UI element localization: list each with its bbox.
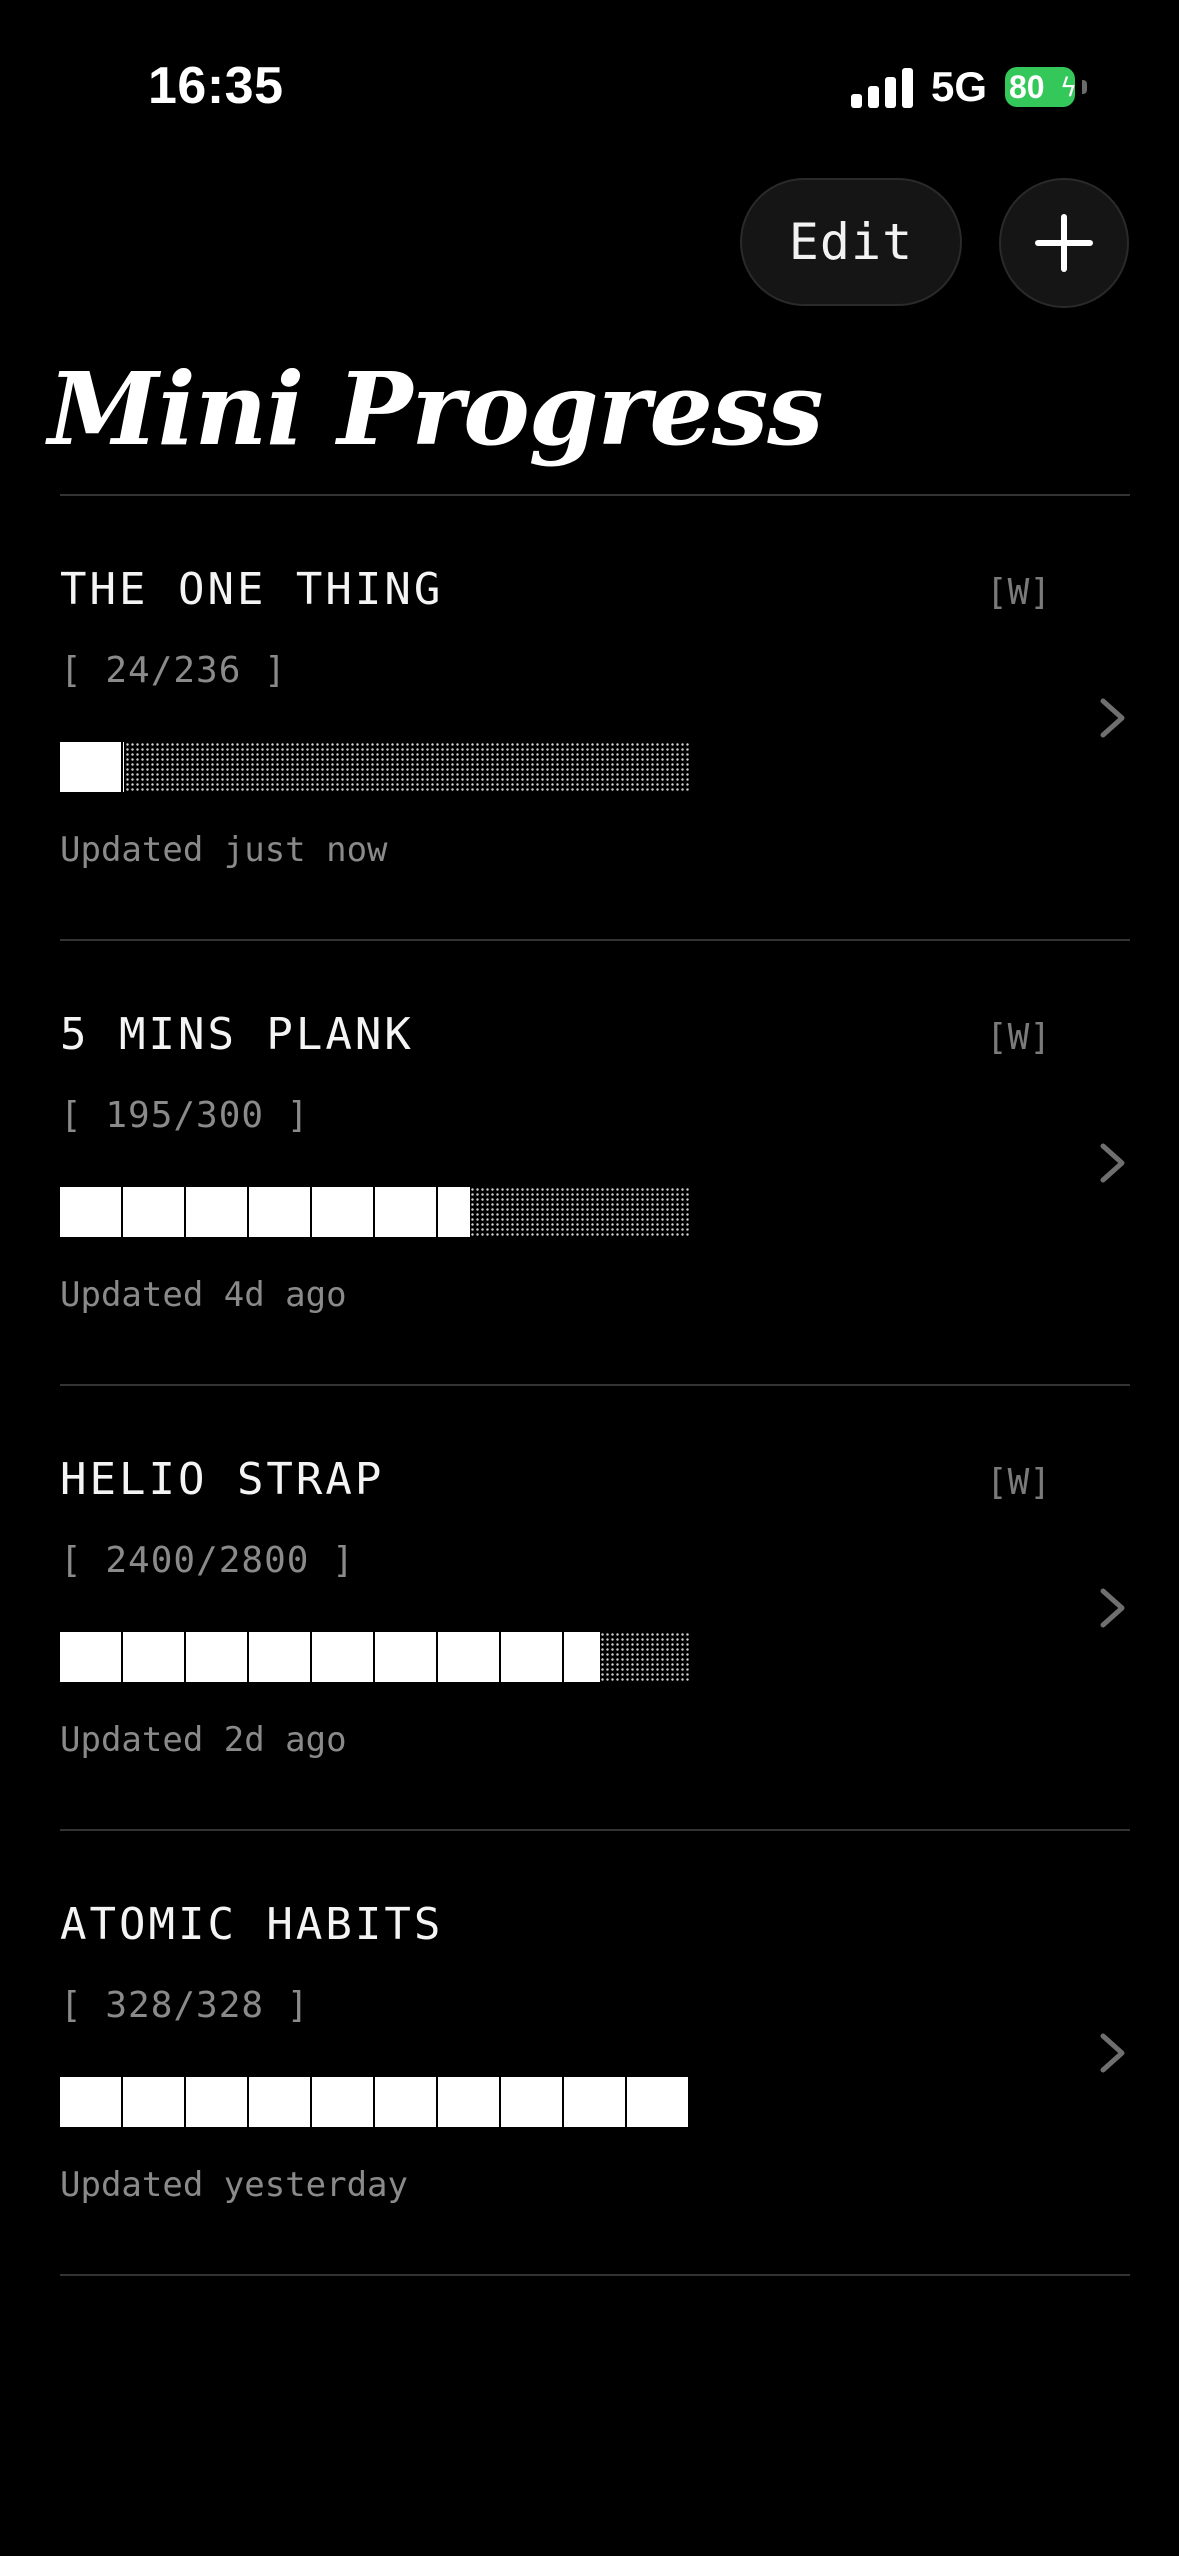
progress-list: THE ONE THING [W] [ 24/236 ] Updated jus…: [0, 496, 1179, 2276]
progress-fill: [60, 1632, 600, 1682]
signal-icon: [850, 66, 913, 108]
item-tag: [W]: [986, 1017, 1052, 1058]
item-divider: [60, 2274, 1130, 2276]
progress-bar: [60, 1187, 690, 1237]
add-button[interactable]: [999, 178, 1129, 308]
item-tag: [W]: [986, 1462, 1052, 1503]
edit-button[interactable]: Edit: [740, 178, 962, 306]
item-updated: Updated just now: [60, 830, 388, 870]
item-count: [ 195/300 ]: [60, 1095, 310, 1136]
item-count: [ 24/236 ]: [60, 650, 287, 691]
progress-bar: [60, 1632, 690, 1682]
battery-icon: 80 ϟ: [1005, 67, 1087, 107]
item-title: 5 MINS PLANK: [60, 1009, 414, 1060]
status-bar: 16:35 5G 80 ϟ: [0, 0, 1179, 180]
page-title: Mini Progress: [48, 350, 824, 468]
progress-item[interactable]: THE ONE THING [W] [ 24/236 ] Updated jus…: [0, 496, 1179, 941]
progress-item[interactable]: 5 MINS PLANK [W] [ 195/300 ] Updated 4d …: [0, 941, 1179, 1386]
progress-fill: [60, 1187, 470, 1237]
progress-item[interactable]: HELIO STRAP [W] [ 2400/2800 ] Updated 2d…: [0, 1386, 1179, 1831]
plus-icon: [1035, 214, 1093, 272]
battery-cap: [1082, 80, 1087, 94]
item-title: ATOMIC HABITS: [60, 1899, 444, 1950]
item-updated: Updated 2d ago: [60, 1720, 347, 1760]
item-count: [ 2400/2800 ]: [60, 1540, 355, 1581]
item-count: [ 328/328 ]: [60, 1985, 310, 2026]
chevron-right-icon: [1100, 2033, 1125, 2073]
item-updated: Updated yesterday: [60, 2165, 408, 2205]
item-title: HELIO STRAP: [60, 1454, 385, 1505]
network-label: 5G: [930, 63, 987, 110]
progress-bar: [60, 742, 690, 792]
item-title: THE ONE THING: [60, 564, 444, 615]
chevron-right-icon: [1100, 698, 1125, 738]
status-indicators: 5G 80 ϟ: [850, 62, 1087, 112]
chevron-right-icon: [1100, 1588, 1125, 1628]
progress-bar: [60, 2077, 690, 2127]
charging-bolt-icon: ϟ: [1059, 73, 1077, 103]
progress-fill: [60, 742, 125, 792]
progress-fill: [60, 2077, 690, 2127]
progress-item[interactable]: ATOMIC HABITS [ 328/328 ] Updated yester…: [0, 1831, 1179, 2276]
status-time: 16:35: [148, 57, 284, 115]
chevron-right-icon: [1100, 1143, 1125, 1183]
item-tag: [W]: [986, 572, 1052, 613]
item-updated: Updated 4d ago: [60, 1275, 347, 1315]
